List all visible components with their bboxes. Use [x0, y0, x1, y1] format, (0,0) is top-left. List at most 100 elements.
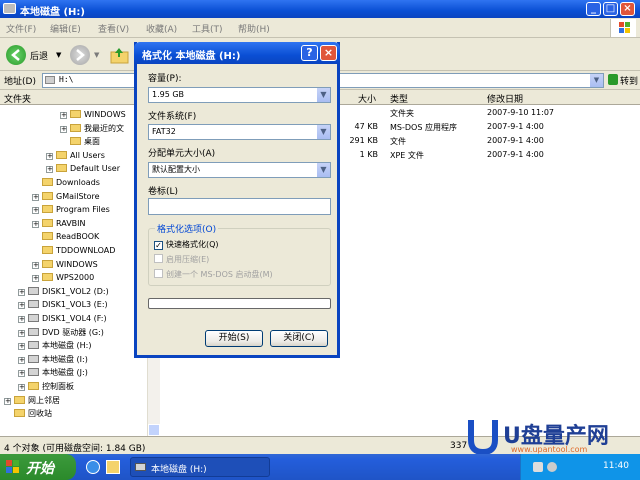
- go-button[interactable]: 转到: [620, 74, 638, 87]
- expand-icon[interactable]: +: [32, 207, 39, 215]
- tree-item[interactable]: + 本地磁盘 (J:): [18, 366, 88, 379]
- tree-item[interactable]: + DVD 驱动器 (G:): [18, 326, 104, 339]
- forward-arrow-icon[interactable]: [70, 45, 90, 65]
- allocation-select[interactable]: 默认配置大小 ▼: [148, 162, 331, 178]
- tree-item[interactable]: + DISK1_VOL3 (E:): [18, 298, 108, 311]
- tray-icon[interactable]: [533, 462, 543, 472]
- expand-icon[interactable]: +: [4, 397, 11, 405]
- tree-item[interactable]: + 本地磁盘 (H:): [18, 339, 92, 352]
- tree-item[interactable]: + WPS2000: [32, 271, 94, 284]
- file-row-modified[interactable]: 2007-9-1 4:00: [487, 136, 544, 145]
- file-row-modified[interactable]: 2007-9-10 11:07: [487, 108, 554, 117]
- tree-item[interactable]: + DISK1_VOL4 (F:): [18, 312, 107, 325]
- tree-item[interactable]: + All Users: [46, 149, 105, 162]
- expand-icon[interactable]: +: [18, 384, 25, 391]
- expand-icon[interactable]: +: [18, 316, 25, 323]
- expand-icon[interactable]: +: [60, 125, 67, 133]
- column-size[interactable]: 大小: [358, 92, 376, 105]
- menu-help[interactable]: 帮助(H): [238, 22, 270, 35]
- filesystem-label: 文件系统(F): [148, 112, 197, 122]
- compression-checkbox[interactable]: 启用压缩(E): [154, 254, 209, 265]
- start-button[interactable]: 开始: [0, 454, 76, 480]
- menu-view[interactable]: 查看(V): [98, 22, 129, 35]
- tree-item[interactable]: + Program Files: [32, 203, 110, 216]
- tree-item[interactable]: + 本地磁盘 (I:): [18, 353, 88, 366]
- quick-format-checkbox[interactable]: ✓ 快速格式化(Q): [154, 239, 219, 250]
- tree-item[interactable]: + WINDOWS: [60, 108, 126, 121]
- expand-icon[interactable]: +: [32, 261, 39, 269]
- menu-edit[interactable]: 编辑(E): [50, 22, 81, 35]
- back-dropdown-icon[interactable]: ▼: [56, 51, 61, 59]
- filesystem-select[interactable]: FAT32 ▼: [148, 124, 331, 140]
- show-desktop-icon[interactable]: [106, 460, 120, 474]
- tree-item[interactable]: + Default User: [46, 162, 120, 175]
- menu-file[interactable]: 文件(F): [6, 22, 36, 35]
- volume-icon[interactable]: [547, 462, 557, 472]
- window-titlebar[interactable]: 本地磁盘 (H:) _ □ ×: [0, 0, 640, 18]
- menu-favorites[interactable]: 收藏(A): [146, 22, 177, 35]
- maximize-button[interactable]: □: [603, 2, 618, 16]
- msdos-startup-checkbox[interactable]: 创建一个 MS-DOS 启动盘(M): [154, 269, 273, 280]
- column-type[interactable]: 类型: [390, 92, 408, 105]
- expand-icon[interactable]: +: [46, 166, 53, 174]
- close-dialog-button[interactable]: ×: [320, 45, 337, 61]
- file-row-size[interactable]: 47 KB: [355, 122, 378, 131]
- help-button[interactable]: ?: [301, 45, 318, 61]
- tree-item-label: TDDOWNLOAD: [56, 246, 116, 255]
- file-row-type[interactable]: XPE 文件: [390, 150, 424, 161]
- tree-item[interactable]: + DISK1_VOL2 (D:): [18, 285, 109, 298]
- expand-icon[interactable]: +: [46, 152, 53, 160]
- volume-input[interactable]: [148, 198, 331, 215]
- file-row-size[interactable]: 291 KB: [349, 136, 378, 145]
- expand-icon[interactable]: +: [18, 288, 25, 296]
- expand-icon[interactable]: +: [18, 370, 25, 378]
- chevron-down-icon[interactable]: ▼: [316, 125, 330, 139]
- back-label[interactable]: 后退: [30, 49, 48, 62]
- tree-item[interactable]: + RAVBIN: [32, 217, 86, 230]
- close-window-button[interactable]: ×: [620, 2, 635, 16]
- tree-item[interactable]: + GMailStore: [32, 190, 100, 203]
- chevron-down-icon[interactable]: ▼: [316, 163, 330, 177]
- tree-item[interactable]: + 我最近的文: [60, 122, 124, 135]
- capacity-select[interactable]: 1.95 GB ▼: [148, 87, 331, 103]
- menu-tools[interactable]: 工具(T): [192, 22, 223, 35]
- dialog-titlebar[interactable]: 格式化 本地磁盘 (H:) ? ×: [134, 42, 340, 64]
- file-row-type[interactable]: 文件: [390, 136, 406, 147]
- close-button[interactable]: 关闭(C): [270, 330, 328, 347]
- up-folder-icon[interactable]: [110, 46, 130, 64]
- tree-item[interactable]: ReadBOOK: [32, 230, 99, 243]
- back-arrow-icon[interactable]: [6, 45, 26, 65]
- file-row-type[interactable]: 文件夹: [390, 108, 414, 119]
- tree-item[interactable]: + 控制面板: [18, 380, 74, 393]
- file-row-size[interactable]: 1 KB: [360, 150, 378, 159]
- expand-icon[interactable]: +: [18, 356, 25, 364]
- expand-icon[interactable]: +: [32, 220, 39, 228]
- start-format-button[interactable]: 开始(S): [205, 330, 263, 347]
- expand-icon[interactable]: +: [32, 275, 39, 283]
- file-row-modified[interactable]: 2007-9-1 4:00: [487, 150, 544, 159]
- scroll-down-icon[interactable]: [148, 424, 160, 436]
- go-arrow-icon[interactable]: [608, 74, 618, 85]
- tree-item[interactable]: + 网上邻居: [4, 394, 60, 407]
- tree-item[interactable]: Downloads: [32, 176, 100, 189]
- expand-icon[interactable]: +: [32, 193, 39, 201]
- expand-icon[interactable]: +: [60, 112, 67, 119]
- column-modified[interactable]: 修改日期: [487, 92, 523, 105]
- file-row-modified[interactable]: 2007-9-1 4:00: [487, 122, 544, 131]
- forward-dropdown-icon[interactable]: ▼: [94, 51, 99, 59]
- folder-icon: [56, 164, 67, 173]
- taskbar-item-explorer[interactable]: 本地磁盘 (H:): [130, 457, 270, 477]
- chevron-down-icon[interactable]: ▼: [316, 88, 330, 102]
- expand-icon[interactable]: +: [18, 343, 25, 351]
- tree-item[interactable]: + WINDOWS: [32, 258, 98, 271]
- expand-icon[interactable]: +: [18, 329, 25, 337]
- tree-item[interactable]: 桌面: [60, 135, 100, 148]
- expand-icon[interactable]: +: [18, 302, 25, 310]
- tree-item[interactable]: 回收站: [4, 407, 52, 420]
- address-dropdown-icon[interactable]: ▼: [590, 74, 603, 87]
- minimize-button[interactable]: _: [586, 2, 601, 16]
- file-row-type[interactable]: MS-DOS 应用程序: [390, 122, 457, 133]
- folder-icon: [70, 110, 81, 118]
- ie-icon[interactable]: [86, 460, 100, 474]
- tree-item[interactable]: TDDOWNLOAD: [32, 244, 115, 257]
